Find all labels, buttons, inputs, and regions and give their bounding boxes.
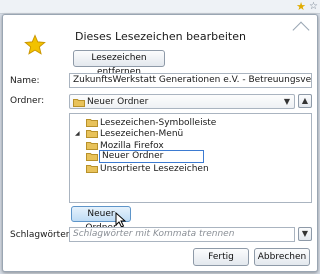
name-field[interactable]: ZukunftsWerkstatt Generationen e.V. - Be… xyxy=(69,73,312,88)
folder-dropdown[interactable]: Neuer Ordner ▼ xyxy=(69,94,295,109)
panel-arrow xyxy=(292,21,310,39)
folder-icon xyxy=(86,119,98,127)
tags-dropdown-button[interactable]: ▼ xyxy=(298,227,312,241)
folder-tree[interactable]: Lesezeichen-Symbolleiste ◢ Lesezeichen-M… xyxy=(69,113,312,203)
folder-icon xyxy=(86,130,98,138)
tree-item-label: Lesezeichen-Menü xyxy=(100,129,184,139)
collapse-tree-button[interactable]: ▲ xyxy=(298,94,312,108)
bookmarks-menu-icon[interactable]: ☆ xyxy=(309,0,318,13)
folder-icon xyxy=(86,165,98,173)
browser-toolbar-strip: ★ ☆ xyxy=(0,0,320,14)
new-folder-name-input[interactable]: Neuer Ordner xyxy=(99,150,204,163)
cancel-button[interactable]: Abbrechen xyxy=(254,248,310,266)
dialog-title: Dieses Lesezeichen bearbeiten xyxy=(75,30,246,43)
name-label: Name: xyxy=(10,76,40,86)
mouse-cursor-icon xyxy=(115,212,126,228)
expander-icon[interactable]: ◢ xyxy=(75,128,80,140)
folder-selected-value: Neuer Ordner xyxy=(87,97,149,107)
bookmark-star-icon[interactable]: ★ xyxy=(296,0,306,13)
folder-icon xyxy=(86,142,98,150)
tags-label: Schlagwörter: xyxy=(10,230,73,240)
tags-input[interactable]: Schlagwörter mit Kommata trennen xyxy=(69,227,295,242)
collapse-arrow-icon: ▲ xyxy=(301,96,309,105)
tree-item-label: Unsortierte Lesezeichen xyxy=(100,164,209,174)
dropdown-arrow-icon: ▼ xyxy=(301,229,309,238)
remove-bookmark-button[interactable]: Lesezeichen entfernen xyxy=(73,50,165,77)
done-button[interactable]: Fertig xyxy=(193,248,249,266)
folder-icon xyxy=(73,99,85,107)
folder-icon xyxy=(86,153,98,161)
dropdown-arrow-icon: ▼ xyxy=(283,97,290,106)
bookmark-star-icon xyxy=(24,34,46,55)
folder-label: Ordner: xyxy=(10,96,45,106)
